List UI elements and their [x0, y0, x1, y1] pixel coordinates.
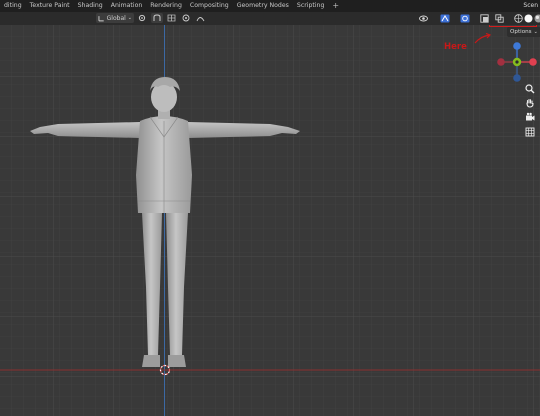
viewport-header: Global ⌄	[0, 12, 540, 25]
annotation-arrow-icon	[474, 33, 492, 44]
pivot-icon	[138, 14, 146, 22]
viewport-shading-group: ⌄	[512, 13, 540, 23]
tab-geometry-nodes[interactable]: Geometry Nodes	[233, 0, 293, 12]
overlay-toggle[interactable]	[478, 13, 491, 23]
snap-toggle[interactable]	[151, 13, 163, 23]
camera-view-button[interactable]	[524, 111, 536, 123]
tab-compositing[interactable]: Compositing	[186, 0, 233, 12]
xray-toggle[interactable]	[493, 13, 506, 23]
3d-viewport[interactable]: Here Options ⌄	[0, 25, 540, 416]
snap-target-dropdown[interactable]	[165, 13, 178, 23]
options-label: Options	[510, 29, 532, 35]
chevron-down-icon: ⌄	[127, 15, 132, 21]
options-chevron-icon: ⌄	[533, 29, 538, 35]
z-axis-handle[interactable]	[513, 42, 521, 50]
annotation-label: Here	[444, 42, 467, 52]
negative-x-axis-handle[interactable]	[497, 58, 505, 66]
add-workspace-button[interactable]: +	[328, 0, 343, 12]
tab-texture-paint[interactable]: Texture Paint	[26, 0, 74, 12]
tab-editing[interactable]: diting	[0, 0, 26, 12]
tab-shading[interactable]: Shading	[74, 0, 107, 12]
pan-button[interactable]	[524, 97, 536, 109]
navigation-gizmo[interactable]	[497, 42, 537, 82]
proportional-icon	[182, 14, 190, 22]
zoom-icon	[525, 84, 535, 94]
3d-cursor-icon[interactable]	[158, 363, 172, 377]
tab-scripting[interactable]: Scripting	[293, 0, 329, 12]
tab-rendering[interactable]: Rendering	[146, 0, 186, 12]
tab-animation[interactable]: Animation	[107, 0, 147, 12]
zoom-button[interactable]	[524, 83, 536, 95]
negative-z-axis-handle[interactable]	[513, 74, 521, 82]
view-icon	[419, 15, 428, 21]
gizmo-icon	[460, 14, 470, 22]
transform-orientation-dropdown[interactable]: Global ⌄	[96, 13, 134, 23]
orientation-label: Global	[106, 14, 126, 22]
scene-selector[interactable]: Scen	[523, 0, 540, 12]
options-dropdown[interactable]: Options ⌄	[507, 27, 540, 37]
material-shading-icon[interactable]	[534, 14, 540, 23]
snap-grid-icon	[167, 14, 176, 22]
proportional-editing-button[interactable]	[180, 13, 192, 23]
selectability-icon	[440, 14, 450, 22]
gizmo-toggle[interactable]	[458, 13, 472, 23]
grid-icon	[525, 127, 535, 137]
hand-pan-icon	[526, 98, 534, 108]
xray-icon	[495, 13, 504, 23]
overlay-icon	[480, 13, 489, 23]
falloff-dropdown[interactable]	[194, 13, 207, 23]
view-object-types-dropdown[interactable]	[417, 13, 430, 23]
orientation-icon	[98, 15, 104, 21]
workspace-tabs: diting Texture Paint Shading Animation R…	[0, 0, 540, 12]
solid-shading-icon[interactable]	[524, 14, 533, 23]
selectability-dropdown[interactable]	[438, 13, 452, 23]
character-model[interactable]	[0, 25, 540, 416]
wireframe-shading-icon[interactable]	[514, 13, 523, 23]
x-axis-handle[interactable]	[529, 58, 537, 66]
camera-icon	[526, 112, 535, 121]
pivot-dropdown[interactable]	[136, 13, 149, 23]
projection-toggle-button[interactable]	[524, 126, 536, 138]
falloff-curve-icon	[196, 17, 205, 22]
snap-icon	[153, 14, 161, 21]
